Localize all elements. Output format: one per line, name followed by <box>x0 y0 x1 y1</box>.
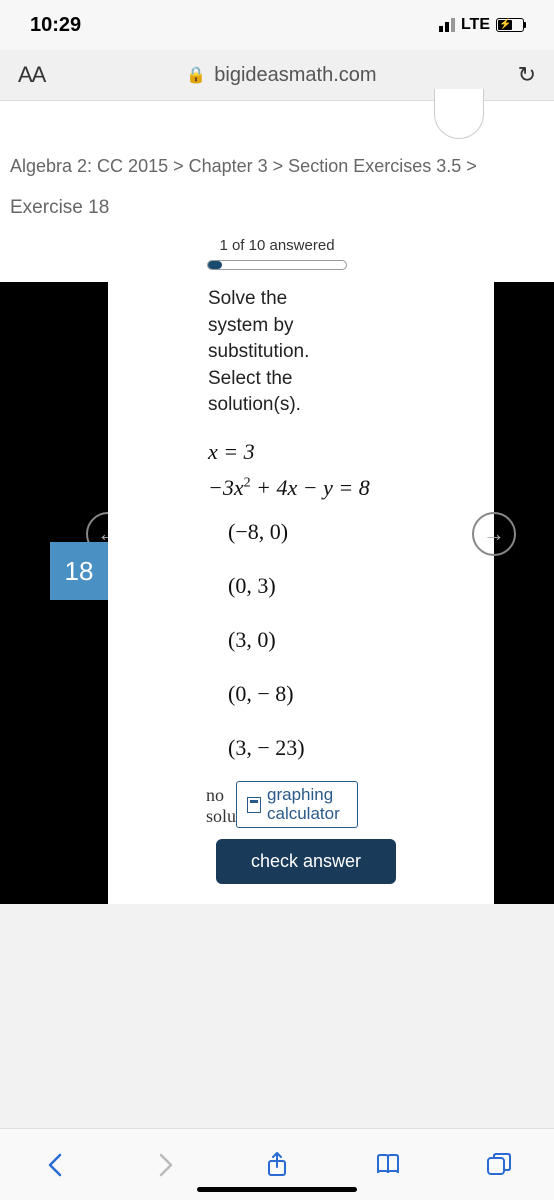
breadcrumb[interactable]: Algebra 2: CC 2015 > Chapter 3 > Section… <box>0 156 554 197</box>
calculator-icon <box>247 797 261 813</box>
lock-icon: 🔒 <box>186 65 206 85</box>
network-label: LTE <box>461 16 490 34</box>
question-footer: nosolution graphing calculator check ans… <box>216 781 476 904</box>
equation-2: −3x2 + 4x − y = 8 <box>208 475 476 501</box>
answer-option[interactable]: (3, − 23) <box>228 735 476 761</box>
url-display[interactable]: 🔒 bigideasmath.com <box>45 64 517 87</box>
back-button[interactable] <box>38 1148 72 1182</box>
equation-1: x = 3 <box>208 439 476 465</box>
home-indicator[interactable] <box>197 1187 357 1192</box>
book-icon <box>374 1153 402 1177</box>
time-label: 10:29 <box>30 14 81 37</box>
answer-option[interactable]: (3, 0) <box>228 627 476 653</box>
reload-icon[interactable]: ↻ <box>518 62 536 88</box>
status-bar: 10:29 LTE ⚡ <box>0 0 554 50</box>
text-size-button[interactable]: AA <box>18 62 45 88</box>
forward-button <box>149 1148 183 1182</box>
question-number: 18 <box>50 542 108 600</box>
answer-list: (−8, 0) (0, 3) (3, 0) (0, − 8) (3, − 23) <box>228 519 476 761</box>
tabs-icon <box>486 1152 512 1178</box>
tabs-button[interactable] <box>482 1148 516 1182</box>
right-strip: → <box>494 282 554 904</box>
chevron-right-icon <box>157 1151 175 1179</box>
question-prompt: Solve the system by substitution. Select… <box>208 286 348 419</box>
question-row: ← 18 Solve the system by substitution. S… <box>0 282 554 904</box>
calc-label: graphing calculator <box>267 786 347 823</box>
tab-peek <box>434 89 484 139</box>
graphing-calculator-button[interactable]: graphing calculator <box>236 781 358 828</box>
share-icon <box>265 1151 289 1179</box>
signal-icon <box>439 18 455 32</box>
page-content: Algebra 2: CC 2015 > Chapter 3 > Section… <box>0 100 554 904</box>
status-right: LTE ⚡ <box>439 16 524 34</box>
progress-bar <box>207 260 347 270</box>
answer-option[interactable]: (−8, 0) <box>228 519 476 545</box>
chevron-left-icon <box>46 1151 64 1179</box>
bookmarks-button[interactable] <box>371 1148 405 1182</box>
battery-icon: ⚡ <box>496 18 524 32</box>
progress-label: 1 of 10 answered <box>0 237 554 254</box>
check-answer-button[interactable]: check answer <box>216 839 396 884</box>
answer-option[interactable]: (0, − 8) <box>228 681 476 707</box>
question-card: 18 Solve the system by substitution. Sel… <box>108 282 494 904</box>
next-question-button[interactable]: → <box>472 512 516 556</box>
answer-option[interactable]: (0, 3) <box>228 573 476 599</box>
share-button[interactable] <box>260 1148 294 1182</box>
page-title: Exercise 18 <box>0 197 554 237</box>
domain-label: bigideasmath.com <box>214 64 376 87</box>
